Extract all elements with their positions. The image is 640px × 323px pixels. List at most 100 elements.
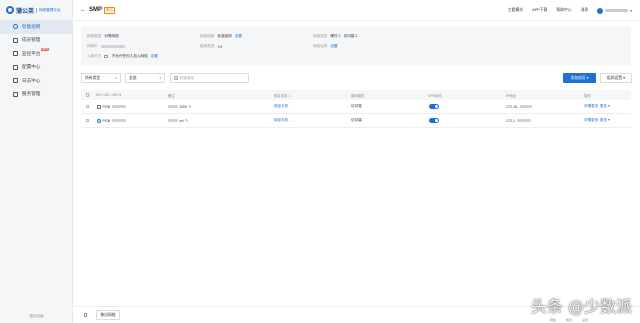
app-download-link[interactable]: APP下载 xyxy=(532,8,547,13)
col-vpn: VPN状态 xyxy=(428,93,442,98)
remark-blurred xyxy=(168,105,178,108)
join-settings-link[interactable]: 设置 xyxy=(151,54,158,59)
info-network-id: 网络ID xyxy=(87,44,125,49)
avatar xyxy=(597,7,604,14)
legacy-version-link[interactable]: 退出旧版 xyxy=(0,314,73,319)
sidebar-item-label: 智能组网 xyxy=(22,23,41,29)
help-center-link[interactable]: 帮助中心 xyxy=(556,8,571,13)
sidebar-item-label: 成员管理 xyxy=(22,37,41,43)
dns-settings-link[interactable]: 设置 xyxy=(330,44,337,49)
topbar: ← SMP 默认 主题模式 APP下载 帮助中心 消息 ▾ xyxy=(74,0,640,21)
member-id-blurred xyxy=(111,105,126,108)
edit-icon[interactable]: ✎ xyxy=(185,118,188,123)
member-id-blurred xyxy=(111,119,126,122)
add-member-button[interactable]: 添加成员 ▾ xyxy=(563,73,596,83)
network-icon xyxy=(13,24,18,30)
monitor-icon xyxy=(13,51,18,57)
member-id: PGB xyxy=(102,104,111,109)
watermark-text: 头条 @少数派 xyxy=(530,297,632,316)
network-id-blurred xyxy=(100,45,125,48)
search-input[interactable]: 快速搜索 xyxy=(170,73,249,83)
users-icon xyxy=(13,37,18,43)
col-remark: 备注 xyxy=(168,93,175,98)
logo-subtitle: 网络管理平台 xyxy=(36,7,61,13)
chevron-down-icon: ▾ xyxy=(630,8,632,13)
dandelion-logo-icon xyxy=(6,6,14,14)
chevron-down-icon: ▾ xyxy=(115,76,117,80)
config-icon xyxy=(13,64,18,70)
col-role: 组网属性 xyxy=(351,93,365,98)
edit-icon[interactable]: ✎ xyxy=(188,104,191,109)
sidebar-item-label: 服务管理 xyxy=(22,91,41,97)
more-menu[interactable]: 更多 ▾ xyxy=(600,118,610,123)
select-all-checkbox[interactable] xyxy=(86,93,90,97)
member-id: PGB xyxy=(102,118,111,123)
vpn-toggle[interactable] xyxy=(429,104,439,109)
back-arrow-icon[interactable]: ← xyxy=(80,7,86,13)
bind-phone-link[interactable]: 绑定手机 xyxy=(274,118,288,123)
user-name-blurred xyxy=(605,9,629,12)
member-remark: 3GN xyxy=(179,104,187,109)
info-subnet: 组网类型 Yd xyxy=(200,44,222,49)
sidebar-item-label: 日志中心 xyxy=(22,77,41,83)
table-row[interactable]: PGB ed ✎ 绑定手机 访问端 172.1 详情更多 更多 ▾ xyxy=(81,114,631,128)
device-icon xyxy=(97,104,101,109)
remove-from-network-button[interactable]: 移出网络 xyxy=(96,310,120,320)
row-checkbox[interactable] xyxy=(86,104,90,109)
status-filter-select[interactable]: 全部 ▾ xyxy=(125,73,165,83)
remark-blurred xyxy=(168,119,178,122)
sidebar-item-services[interactable]: 服务管理 xyxy=(0,88,73,102)
member-remark: ed xyxy=(179,118,184,123)
info-members: 网络成员 硬件 0 访问端 2 xyxy=(313,34,358,38)
sidebar-item-logs[interactable]: 日志中心 xyxy=(0,74,73,88)
sidebar-item-label: 监控平台 xyxy=(22,50,41,56)
network-settings-button[interactable]: 组网设置 ▾ xyxy=(600,73,632,83)
vpn-toggle[interactable] xyxy=(429,118,439,123)
network-name: SMP xyxy=(89,7,103,13)
search-icon xyxy=(174,76,178,80)
member-ip: 172.16. xyxy=(506,104,518,109)
logo-text: 蒲公英 xyxy=(16,8,35,15)
col-ip: IP地址 xyxy=(506,93,516,98)
col-actions: 操作 xyxy=(584,93,591,98)
network-info-panel: 网络类型 对等网络 网络组网 标准组网 设置 网络成员 硬件 0 访问端 2 网… xyxy=(81,27,631,65)
bind-phone-link[interactable]: 绑定手机 xyxy=(274,104,288,109)
top-links: 主题模式 APP下载 帮助中心 消息 ▾ xyxy=(508,0,640,21)
col-id[interactable]: SN / UID / SID ⇅ xyxy=(96,90,122,100)
member-role: 访问端 xyxy=(351,118,362,122)
sidebar-item-label: 配置中心 xyxy=(22,64,41,70)
service-icon xyxy=(13,91,18,97)
default-tag: 默认 xyxy=(104,6,116,14)
sidebar-item-members[interactable]: 成员管理 xyxy=(0,34,73,48)
brand-logo[interactable]: 蒲公英 网络管理平台 xyxy=(6,5,61,15)
info-join-method: 入网方式 不允许任何人加入网络 设置 xyxy=(87,54,158,59)
theme-mode-link[interactable]: 主题模式 xyxy=(508,8,523,13)
mode-settings-link[interactable]: 设置 xyxy=(235,34,242,39)
messages-link[interactable]: 消息 xyxy=(581,8,589,13)
details-link[interactable]: 详情更多 xyxy=(584,118,598,123)
table-header: SN / UID / SID ⇅ 备注 绑定手机 / ... 组网属性 VPN状… xyxy=(81,90,631,100)
details-link[interactable]: 详情更多 xyxy=(584,104,598,109)
member-role: 访问端 xyxy=(351,104,362,108)
person-icon xyxy=(97,118,101,123)
col-binding: 绑定手机 / ... xyxy=(274,93,294,98)
bulk-select-checkbox[interactable] xyxy=(84,313,88,317)
type-filter-select[interactable]: 所有类型 ▾ xyxy=(81,73,121,83)
info-network-mode: 网络组网 标准组网 设置 xyxy=(200,34,242,39)
more-menu[interactable]: 更多 ▾ xyxy=(600,104,610,109)
sidebar-item-smart-network[interactable]: 智能组网 xyxy=(0,20,73,34)
member-ip: 172.1 xyxy=(506,118,515,123)
join-checkbox[interactable] xyxy=(104,54,108,59)
watermark-subtext: 网络 成员 设置 xyxy=(549,318,588,322)
ip-blurred xyxy=(519,105,532,108)
sidebar: 蒲公英 网络管理平台 智能组网 成员管理 监控平台 NEW 配置中心 日志中心 … xyxy=(0,0,73,323)
sidebar-item-config[interactable]: 配置中心 xyxy=(0,61,73,75)
new-badge: NEW xyxy=(41,48,50,51)
chevron-down-icon: ▾ xyxy=(159,76,161,80)
row-checkbox[interactable] xyxy=(86,118,90,123)
sidebar-nav: 智能组网 成员管理 监控平台 NEW 配置中心 日志中心 服务管理 xyxy=(0,20,73,101)
table-row[interactable]: PGB 3GN ✎ 绑定手机 访问端 172.16. 详情更多 更多 ▾ xyxy=(81,100,631,114)
user-menu[interactable]: ▾ xyxy=(597,7,632,14)
sidebar-item-monitor[interactable]: 监控平台 NEW xyxy=(0,47,73,61)
ip-blurred xyxy=(516,119,531,122)
